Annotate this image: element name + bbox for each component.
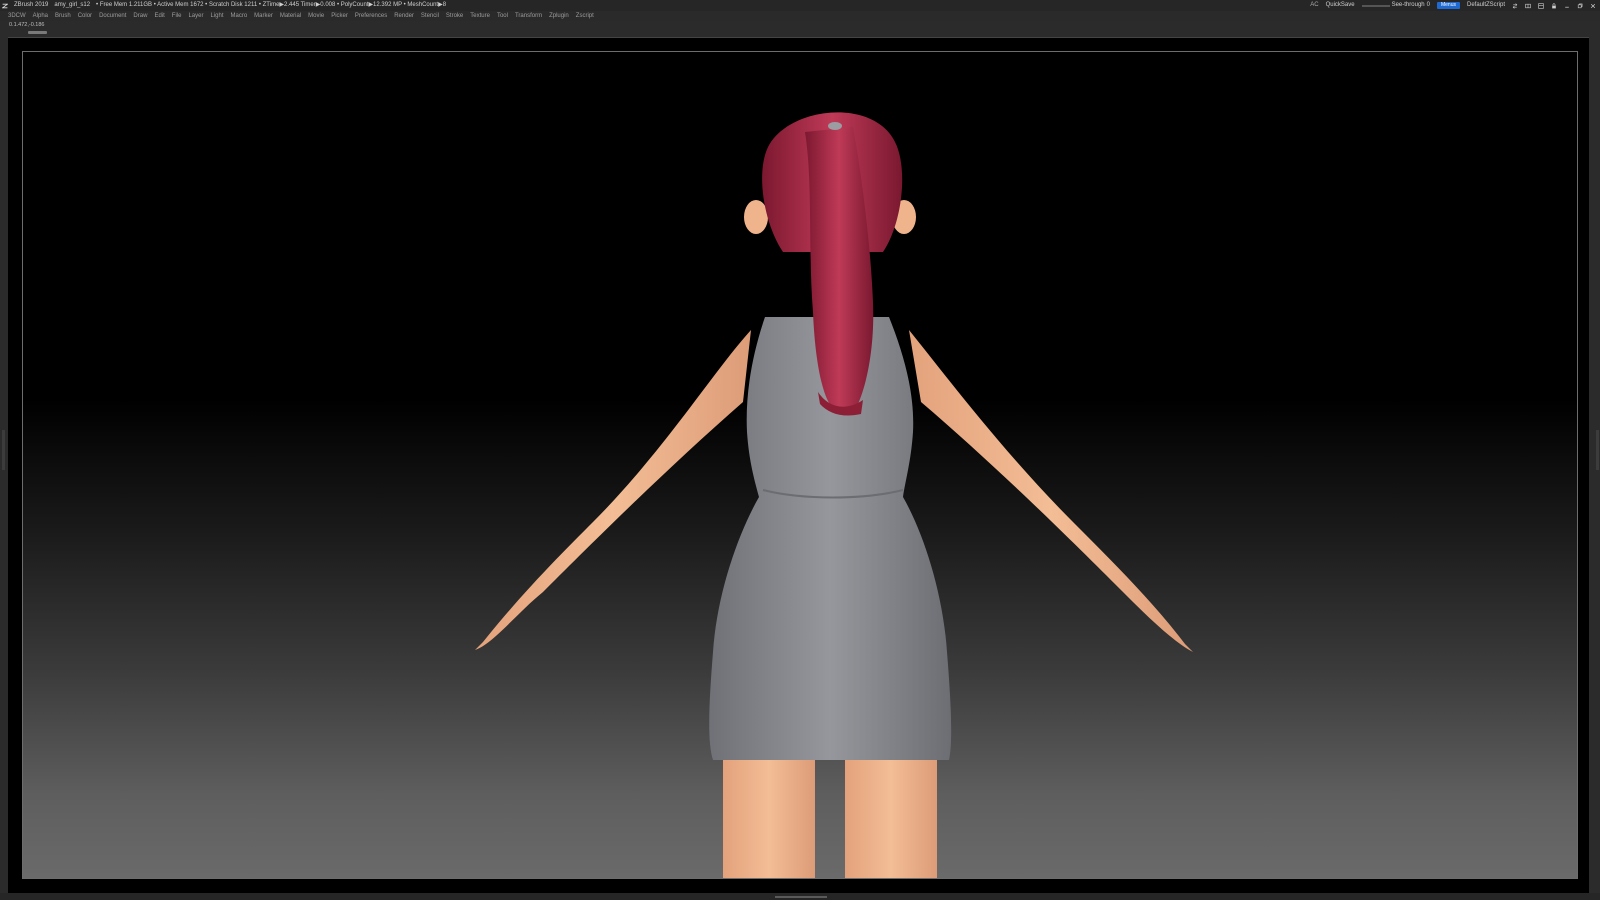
see-through-slider[interactable]: See-through 0: [1361, 0, 1430, 11]
left-tray-handle[interactable]: [2, 430, 5, 470]
leg-right: [845, 752, 937, 878]
minimize-icon[interactable]: [1564, 3, 1570, 9]
cursor-coordinates: 0.1.472,-0.186: [9, 22, 45, 28]
zbrush-logo-icon: [2, 3, 8, 8]
restore-icon[interactable]: [1577, 3, 1583, 9]
menu-transform[interactable]: Transform: [515, 11, 542, 21]
menu-preferences[interactable]: Preferences: [355, 11, 387, 21]
ac-button[interactable]: AC: [1310, 0, 1318, 11]
menu-alpha[interactable]: Alpha: [33, 11, 48, 21]
menu-zplugin[interactable]: Zplugin: [549, 11, 569, 21]
menu-color[interactable]: Color: [78, 11, 92, 21]
menu-items: 3DCW Alpha Brush Color Document Draw Edit File L…: [8, 11, 594, 21]
right-tray-handle[interactable]: [1596, 430, 1599, 470]
menu-marker[interactable]: Marker: [254, 11, 273, 21]
menu-file[interactable]: File: [172, 11, 182, 21]
menu-document[interactable]: Document: [99, 11, 126, 21]
status-stats: • Free Mem 1.211GB • Active Mem 1672 • S…: [96, 2, 447, 8]
character-model: [475, 112, 1193, 878]
leg-left: [723, 752, 815, 878]
arm-right: [909, 330, 1193, 652]
layout-icon[interactable]: [1538, 2, 1544, 9]
status-line: 0.1.472,-0.186: [0, 21, 1600, 30]
menu-stroke[interactable]: Stroke: [446, 11, 463, 21]
menu-draw[interactable]: Draw: [133, 11, 147, 21]
file-name: amy_girl_s12: [54, 2, 91, 8]
close-icon[interactable]: [1590, 3, 1596, 9]
menu-bar: 3DCW Alpha Brush Color Document Draw Edit File L…: [0, 11, 1600, 21]
menu-render[interactable]: Render: [394, 11, 414, 21]
lock-icon[interactable]: [1551, 2, 1557, 9]
quicksave-button[interactable]: QuickSave: [1326, 0, 1355, 11]
swap-icon[interactable]: [1512, 2, 1518, 9]
palette-icon[interactable]: [1525, 3, 1531, 9]
menu-zscript[interactable]: Zscript: [576, 11, 594, 21]
see-through-track[interactable]: [1361, 4, 1390, 7]
menu-stencil[interactable]: Stencil: [421, 11, 439, 21]
tray-scroll-handle[interactable]: [28, 31, 47, 34]
menu-macro[interactable]: Macro: [230, 11, 247, 21]
menu-light[interactable]: Light: [210, 11, 223, 21]
canvas-viewport[interactable]: [22, 51, 1578, 879]
see-through-value: 0: [1426, 2, 1430, 8]
menu-texture[interactable]: Texture: [470, 11, 490, 21]
menu-edit[interactable]: Edit: [154, 11, 164, 21]
menu-layer[interactable]: Layer: [188, 11, 203, 21]
script-button[interactable]: DefaultZScript: [1467, 0, 1505, 11]
title-bar: ZBrush 2019 amy_girl_s12 • Free Mem 1.21…: [0, 0, 1600, 11]
menu-tool[interactable]: Tool: [497, 11, 508, 21]
app-title: ZBrush 2019: [14, 2, 49, 8]
bottom-tray-handle[interactable]: [775, 896, 827, 898]
menus-button[interactable]: Menus: [1436, 2, 1460, 9]
see-through-label: See-through: [1391, 2, 1425, 8]
menu-movie[interactable]: Movie: [308, 11, 324, 21]
menu-brush[interactable]: Brush: [55, 11, 71, 21]
menu-picker[interactable]: Picker: [331, 11, 348, 21]
menu-material[interactable]: Material: [280, 11, 301, 21]
menu-3dcw[interactable]: 3DCW: [8, 11, 26, 21]
arm-left: [475, 330, 751, 650]
